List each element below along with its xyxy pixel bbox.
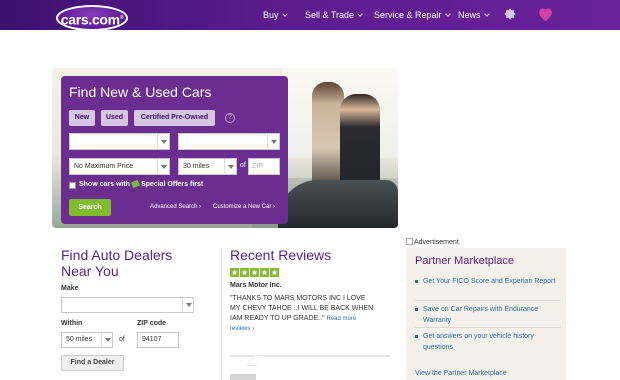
within-of-label: of <box>119 336 125 343</box>
star-icon <box>240 268 249 277</box>
column-divider <box>221 248 222 380</box>
cars-com-logo[interactable]: cars.com® <box>56 5 128 31</box>
distance-value: 30 miles <box>183 163 210 170</box>
within-label: Within <box>61 320 83 327</box>
recent-reviews-title: Recent Reviews <box>230 247 332 263</box>
top-navigation-bar: cars.com® Buy Sell & Trade Service & Rep… <box>0 0 620 31</box>
special-offers-label: Show cars with Special Offers first <box>79 179 204 189</box>
star-icon <box>270 268 279 277</box>
search-button[interactable]: Search <box>69 199 111 216</box>
chevron-down-icon <box>483 10 490 17</box>
find-a-dealer-button[interactable]: Find a Dealer <box>61 355 124 371</box>
chevron-down-icon <box>101 333 112 347</box>
review-dealer-name: Mars Motor Inc. <box>230 282 282 289</box>
checkbox-label-suffix: Special Offers first <box>140 181 204 188</box>
advertisement-alt-text: Advertisement <box>414 239 459 246</box>
chevron-down-icon <box>224 159 236 174</box>
heart-icon[interactable] <box>537 6 554 22</box>
find-dealers-title-line1: Find Auto Dealers <box>61 247 173 263</box>
view-partner-marketplace-link[interactable]: View the Partner Marketplace <box>415 370 507 377</box>
tab-new[interactable]: New <box>69 110 95 126</box>
tab-certified-pre-owned[interactable]: Certified Pre-Owned <box>134 110 215 126</box>
nav-service-repair-label: Service & Repair <box>374 10 442 20</box>
gear-icon[interactable] <box>503 7 517 21</box>
chevron-down-icon <box>281 10 288 17</box>
nav-news[interactable]: News <box>458 10 490 20</box>
nav-buy-label: Buy <box>263 10 279 20</box>
partner-divider <box>415 327 561 328</box>
star-icon <box>260 268 269 277</box>
partner-item-fico[interactable]: Get Your FICO Score and Experian Report <box>415 276 561 287</box>
max-price-select[interactable]: No Maximum Price <box>69 158 170 175</box>
chevron-down-icon <box>444 10 451 17</box>
review-quote: "THANKS TO MARS MOTORS INC I LOVE MY CHE… <box>230 294 375 334</box>
dealer-make-select[interactable] <box>61 297 194 313</box>
within-select[interactable]: 50 miles <box>61 332 113 348</box>
special-offers-checkbox[interactable] <box>69 182 76 189</box>
zip-input[interactable]: ZIP <box>248 158 280 175</box>
chevron-down-icon <box>357 10 363 17</box>
nav-news-label: News <box>458 10 481 20</box>
chevron-down-icon <box>267 134 279 149</box>
distance-select[interactable]: 30 miles <box>178 158 237 175</box>
partner-item-endurance[interactable]: Save on Car Repairs with Endurance Warra… <box>415 304 561 326</box>
partner-marketplace-title: Partner Marketplace <box>415 255 515 267</box>
logo-registered-mark: ® <box>119 15 124 21</box>
dealer-make-label: Make <box>61 285 79 292</box>
reviewer-avatar <box>230 374 256 380</box>
customize-new-car-link[interactable]: Customize a New Car › <box>213 204 275 210</box>
star-icon <box>250 268 259 277</box>
rating-stars <box>230 268 279 277</box>
nav-sell-trade[interactable]: Sell & Trade <box>305 10 363 20</box>
star-icon <box>230 268 239 277</box>
hero-photo-car <box>278 180 398 228</box>
chevron-down-icon <box>157 159 169 174</box>
max-price-value: No Maximum Price <box>74 163 134 170</box>
nav-service-repair[interactable]: Service & Repair <box>374 10 451 20</box>
zip-code-label: ZIP code <box>137 320 167 327</box>
car-finder-title: Find New & Used Cars <box>69 84 212 100</box>
broken-image-icon <box>406 238 413 245</box>
within-value: 50 miles <box>66 336 93 343</box>
distance-of-label: of <box>240 162 246 169</box>
partner-marketplace-panel: Partner Marketplace Get Your FICO Score … <box>406 248 566 380</box>
advertisement-image[interactable]: Advertisement <box>406 238 459 246</box>
find-dealers-title-line2: Near You <box>61 263 119 279</box>
price-tag-icon <box>131 179 140 189</box>
nav-sell-trade-label: Sell & Trade <box>305 10 355 20</box>
make-select[interactable] <box>69 133 170 150</box>
advanced-search-link[interactable]: Advanced Search › <box>150 204 201 210</box>
help-icon[interactable]: ? <box>225 113 235 123</box>
checkbox-label-prefix: Show cars with <box>79 181 130 188</box>
tab-used[interactable]: Used <box>101 110 128 126</box>
nav-buy[interactable]: Buy <box>263 10 288 20</box>
partner-divider <box>415 300 561 301</box>
chevron-down-icon <box>182 298 193 312</box>
partner-item-vehicle-history[interactable]: Get answers on your vehicle history ques… <box>415 331 561 353</box>
logo-text: cars.com <box>60 11 120 28</box>
model-select[interactable] <box>178 133 280 150</box>
quote-bubble-tail <box>246 356 264 366</box>
chevron-down-icon <box>157 134 169 149</box>
dealer-zip-input[interactable]: 94107 <box>137 332 179 348</box>
